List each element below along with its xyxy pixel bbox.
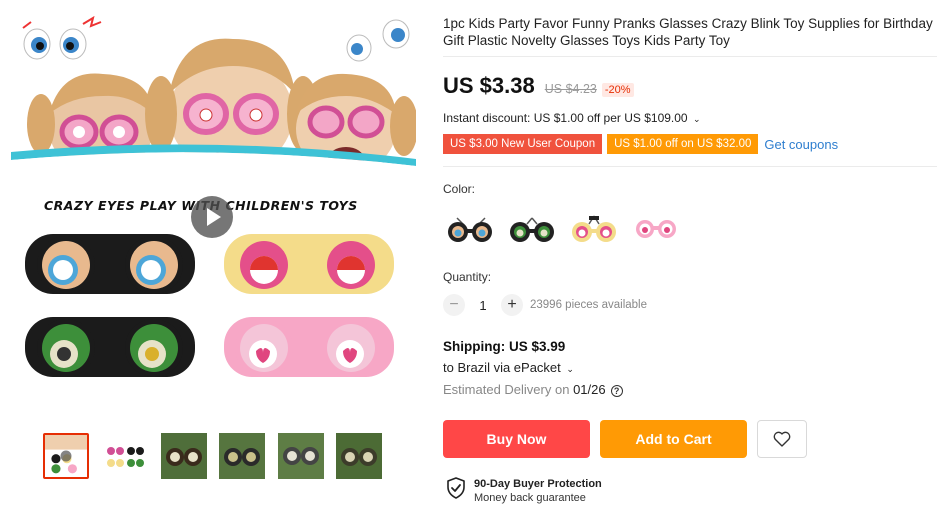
estimated-delivery-date: 01/26 xyxy=(573,382,606,397)
new-user-coupon[interactable]: US $3.00 New User Coupon xyxy=(443,134,603,154)
thumbnail-olive-icon xyxy=(336,433,382,479)
color-option-green[interactable] xyxy=(505,206,559,252)
glasses-pink xyxy=(224,317,394,377)
coupons-row: US $3.00 New User Coupon US $1.00 off on… xyxy=(443,134,838,154)
buy-now-button[interactable]: Buy Now xyxy=(443,420,590,458)
price-row: US $3.38 US $4.23 -20% xyxy=(443,73,634,99)
quantity-value[interactable]: 1 xyxy=(470,298,496,313)
thumbnail-colors-icon xyxy=(102,433,148,479)
thumbnail-green-icon xyxy=(219,433,265,479)
shipping-destination: to Brazil via ePacket xyxy=(443,360,561,375)
glasses-green-icon xyxy=(510,217,554,242)
store-coupon[interactable]: US $1.00 off on US $32.00 xyxy=(607,134,759,154)
glasses-black xyxy=(25,234,195,294)
thumbnail-brown-icon xyxy=(161,433,207,479)
thumbnail-3[interactable] xyxy=(161,433,207,479)
glasses-green xyxy=(25,317,195,377)
glasses-yellow-icon xyxy=(572,215,616,242)
pieces-available: 23996 pieces available xyxy=(530,299,648,311)
quantity-decrease-button[interactable]: − xyxy=(443,294,465,316)
estimated-delivery-label: Estimated Delivery on xyxy=(443,382,574,397)
original-price: US $4.23 xyxy=(544,82,597,96)
play-video-button[interactable] xyxy=(191,196,233,238)
buyer-protection: 90-Day Buyer Protection Money back guara… xyxy=(446,477,602,505)
thumbnail-collage-icon xyxy=(45,435,87,477)
glasses-pink-icon xyxy=(636,220,676,238)
chevron-down-icon: ⌄ xyxy=(692,114,701,124)
shipping-price: Shipping: US $3.99 xyxy=(443,339,566,354)
thumbnail-1[interactable] xyxy=(43,433,89,479)
product-title: 1pc Kids Party Favor Funny Pranks Glasse… xyxy=(443,16,933,48)
protection-subtitle: Money back guarantee xyxy=(474,492,586,504)
glasses-black-icon xyxy=(448,217,492,242)
discount-badge: -20% xyxy=(601,83,634,97)
glasses-yellow xyxy=(224,234,394,294)
heart-icon xyxy=(773,431,791,447)
instant-discount-dropdown[interactable]: Instant discount: US $1.00 off per US $1… xyxy=(443,111,701,125)
help-icon[interactable]: ? xyxy=(610,385,623,397)
protection-title: 90-Day Buyer Protection xyxy=(474,478,602,490)
color-option-pink[interactable] xyxy=(629,206,683,252)
add-to-cart-button[interactable]: Add to Cart xyxy=(600,420,747,458)
shipping-method-dropdown[interactable]: to Brazil via ePacket ⌄ xyxy=(443,360,574,375)
thumbnail-grey-icon xyxy=(278,433,324,479)
divider xyxy=(443,56,937,57)
color-swatches xyxy=(443,206,691,252)
thumbnail-2[interactable] xyxy=(102,433,148,479)
wishlist-button[interactable] xyxy=(757,420,807,458)
shield-check-icon xyxy=(447,477,465,499)
divider xyxy=(443,166,937,167)
color-option-black[interactable] xyxy=(443,206,497,252)
quantity-stepper: − 1 + 23996 pieces available xyxy=(443,294,647,316)
product-main-image[interactable]: CRAZY EYES PLAY WITH CHILDREN'S TOYS xyxy=(11,14,416,415)
thumbnail-4[interactable] xyxy=(219,433,265,479)
color-option-yellow[interactable] xyxy=(567,206,621,252)
instant-discount-text: Instant discount: US $1.00 off per US $1… xyxy=(443,111,688,125)
current-price: US $3.38 xyxy=(443,73,535,98)
thumbnail-5[interactable] xyxy=(278,433,324,479)
quantity-increase-button[interactable]: + xyxy=(501,294,523,316)
quantity-label: Quantity: xyxy=(443,270,492,284)
get-coupons-link[interactable]: Get coupons xyxy=(764,137,838,152)
estimated-delivery: Estimated Delivery on 01/26? xyxy=(443,382,623,397)
color-label: Color: xyxy=(443,182,476,196)
thumbnail-6[interactable] xyxy=(336,433,382,479)
chevron-down-icon: ⌄ xyxy=(566,364,574,374)
